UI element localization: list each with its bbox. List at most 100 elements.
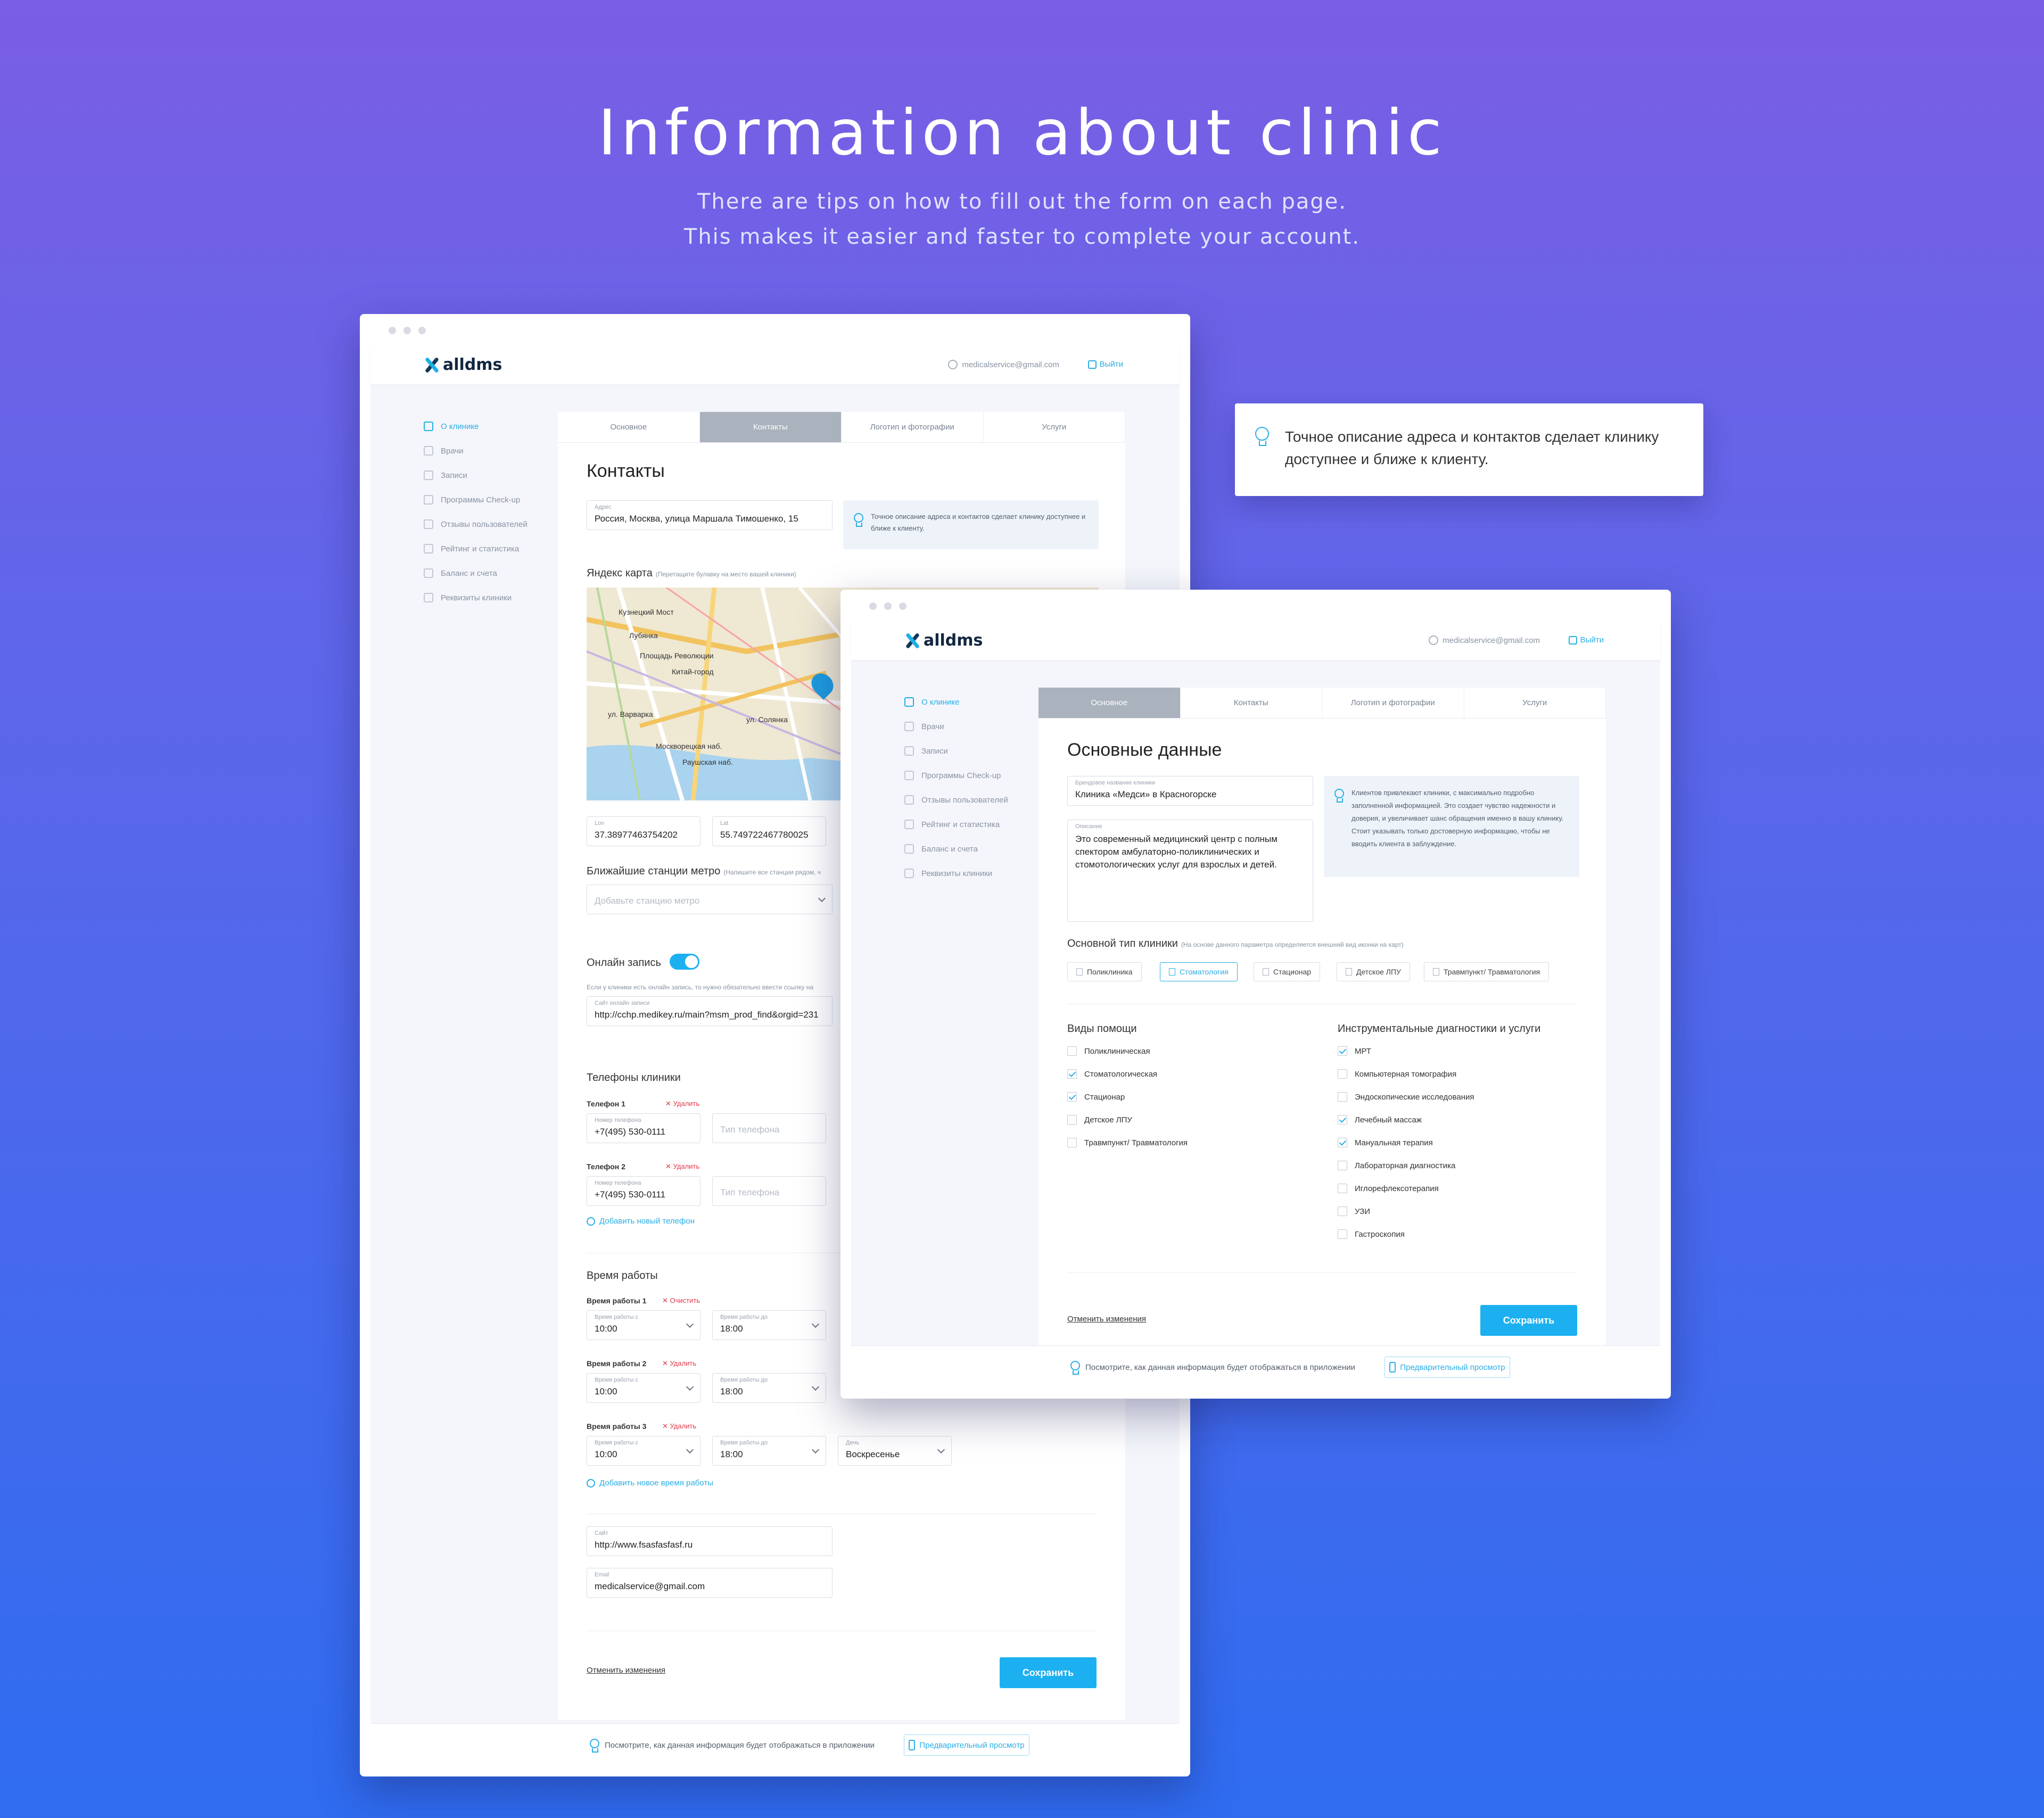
chevron-down-icon xyxy=(818,894,826,903)
sidebar-item-doctors[interactable]: Врачи xyxy=(904,714,1032,739)
sidebar-item-about[interactable]: О клинике xyxy=(424,414,551,439)
tab-contacts[interactable]: Контакты xyxy=(1181,688,1322,718)
type-chip-children[interactable]: Детское ЛПУ xyxy=(1337,962,1410,981)
hours3-from-select[interactable]: Время работы с 10:00 xyxy=(587,1436,700,1466)
diag-checkbox-4[interactable]: Мануальная терапия xyxy=(1338,1138,1433,1147)
tab-logo-photos[interactable]: Логотип и фотографии xyxy=(1322,688,1464,718)
logo-text: alldms xyxy=(924,631,983,650)
hours2-to-select[interactable]: Время работы до 18:00 xyxy=(712,1373,826,1403)
tab-basic[interactable]: Основное xyxy=(558,412,700,442)
hours1-clear[interactable]: ✕ Очистить xyxy=(662,1296,700,1305)
diag-checkbox-1[interactable]: Компьютерная томография xyxy=(1338,1069,1456,1079)
type-chip-trauma[interactable]: Травмпункт/ Травматология xyxy=(1424,962,1550,981)
field-label: Брендовое название клиники xyxy=(1075,780,1156,786)
lon-field[interactable]: Lon 37.38977463754202 xyxy=(587,816,700,846)
tab-services[interactable]: Услуги xyxy=(1464,688,1606,718)
phone1-type-field[interactable]: Тип телефона xyxy=(712,1113,826,1143)
checkbox-label: Компьютерная томография xyxy=(1355,1069,1457,1079)
metro-select[interactable]: Добавьте станцию метро xyxy=(587,885,833,914)
sidebar-label: Записи xyxy=(441,470,467,480)
phone1-number-field[interactable]: Номер телефона +7(495) 530-0111 xyxy=(587,1113,700,1143)
type-chip-polyclinic[interactable]: Поликлиника xyxy=(1067,962,1142,981)
logout-button[interactable]: Выйти xyxy=(1087,360,1123,369)
tab-contacts[interactable]: Контакты xyxy=(699,412,842,442)
sidebar-item-records[interactable]: Записи xyxy=(904,739,1032,763)
logout-button[interactable]: Выйти xyxy=(1568,635,1604,644)
hours3-delete[interactable]: ✕ Удалить xyxy=(662,1422,696,1431)
brand-name-field[interactable]: Брендовое название клиники Клиника «Медс… xyxy=(1067,776,1313,806)
help-checkbox-2[interactable]: Стационар xyxy=(1067,1092,1125,1102)
tab-services[interactable]: Услуги xyxy=(984,412,1125,442)
phone2-type-field[interactable]: Тип телефона xyxy=(712,1176,826,1206)
map-title: Яндекс карта (Перетащите булавку на место… xyxy=(587,567,796,580)
field-value: 37.38977463754202 xyxy=(595,830,678,840)
hours3-to-select[interactable]: Время работы до 18:00 xyxy=(712,1436,826,1466)
address-field[interactable]: Адрес Россия, Москва, улица Маршала Тимо… xyxy=(587,500,833,530)
sidebar-item-balance[interactable]: Баланс и счета xyxy=(904,837,1032,861)
phone1-delete[interactable]: ✕ Удалить xyxy=(665,1100,699,1108)
field-label: Email xyxy=(595,1572,609,1578)
field-value: 18:00 xyxy=(720,1324,743,1334)
hours2-label: Время работы 2 xyxy=(587,1359,647,1368)
checkbox-checked-icon xyxy=(1338,1138,1347,1147)
description-field[interactable]: Описание Это современный медицинский цен… xyxy=(1067,820,1313,922)
sidebar-item-reviews[interactable]: Отзывы пользователей xyxy=(904,788,1032,812)
sidebar-item-records[interactable]: Записи xyxy=(424,463,551,487)
sidebar-item-about[interactable]: О клинике xyxy=(904,690,1032,714)
tab-basic[interactable]: Основное xyxy=(1039,688,1181,718)
preview-button[interactable]: Предварительный просмотр xyxy=(904,1734,1029,1756)
help-checkbox-3[interactable]: Детское ЛПУ xyxy=(1067,1115,1132,1125)
sidebar-item-checkup[interactable]: Программы Check-up xyxy=(904,763,1032,788)
sidebar-item-balance[interactable]: Баланс и счета xyxy=(424,561,551,585)
user-account[interactable]: medicalservice@gmail.com xyxy=(1429,635,1540,645)
bed-icon xyxy=(1263,968,1269,976)
diag-checkbox-7[interactable]: УЗИ xyxy=(1338,1207,1370,1216)
email-field[interactable]: Email medicalservice@gmail.com xyxy=(587,1568,833,1598)
sidebar-item-rating[interactable]: Рейтинг и статистика xyxy=(424,536,551,561)
lat-field[interactable]: Lat 55.749722467780025 xyxy=(712,816,826,846)
hours2-delete[interactable]: ✕ Удалить xyxy=(662,1359,696,1368)
logo[interactable]: alldms xyxy=(424,356,502,374)
diag-checkbox-5[interactable]: Лабораторная диагностика xyxy=(1338,1161,1455,1170)
diag-checkbox-6[interactable]: Иглорефлексотерапия xyxy=(1338,1184,1439,1193)
save-button[interactable]: Сохранить xyxy=(1000,1657,1097,1688)
help-checkbox-4[interactable]: Травмпункт/ Травматология xyxy=(1067,1138,1188,1147)
sidebar-item-requisites[interactable]: Реквизиты клиники xyxy=(424,585,551,610)
sidebar-item-doctors[interactable]: Врачи xyxy=(424,439,551,463)
phone2-number-field[interactable]: Номер телефона +7(495) 530-0111 xyxy=(587,1176,700,1206)
tip-text: Точное описание адреса и контактов сдела… xyxy=(871,513,1086,532)
coin-icon xyxy=(424,568,433,578)
field-label: Время работы до xyxy=(720,1377,768,1383)
sidebar-item-reviews[interactable]: Отзывы пользователей xyxy=(424,512,551,536)
undo-changes-link[interactable]: Отменить изменения xyxy=(587,1666,665,1675)
diag-checkbox-2[interactable]: Эндоскопические исследования xyxy=(1338,1092,1474,1102)
user-account[interactable]: medicalservice@gmail.com xyxy=(948,360,1059,369)
sidebar-item-rating[interactable]: Рейтинг и статистика xyxy=(904,812,1032,837)
diag-checkbox-3[interactable]: Лечебный массаж xyxy=(1338,1115,1422,1125)
undo-changes-link[interactable]: Отменить изменения xyxy=(1067,1315,1146,1324)
logo[interactable]: alldms xyxy=(904,631,983,650)
online-booking-toggle[interactable] xyxy=(670,954,699,970)
add-hours-link[interactable]: Добавить новое время работы xyxy=(587,1478,713,1488)
type-chip-hospital[interactable]: Стационар xyxy=(1254,962,1321,981)
sidebar-item-requisites[interactable]: Реквизиты клиники xyxy=(904,861,1032,886)
online-site-field[interactable]: Сайт онлайн записи http://cchp.medikey.r… xyxy=(587,996,833,1026)
save-button[interactable]: Сохранить xyxy=(1480,1305,1577,1336)
diag-checkbox-8[interactable]: Гастроскопия xyxy=(1338,1229,1405,1239)
diag-checkbox-0[interactable]: МРТ xyxy=(1338,1046,1371,1056)
type-chip-dentistry[interactable]: Стоматология xyxy=(1160,962,1238,981)
help-checkbox-1[interactable]: Стоматологическая xyxy=(1067,1069,1157,1079)
map-label: ул. Солянка xyxy=(746,715,788,724)
sidebar-item-checkup[interactable]: Программы Check-up xyxy=(424,487,551,512)
hours1-to-select[interactable]: Время работы до 18:00 xyxy=(712,1310,826,1340)
add-phone-link[interactable]: Добавить новый телефон xyxy=(587,1217,695,1226)
hours1-from-select[interactable]: Время работы с 10:00 xyxy=(587,1310,700,1340)
field-value: Россия, Москва, улица Маршала Тимошенко,… xyxy=(595,514,798,524)
hours2-from-select[interactable]: Время работы с 10:00 xyxy=(587,1373,700,1403)
preview-button[interactable]: Предварительный просмотр xyxy=(1384,1357,1510,1378)
help-checkbox-0[interactable]: Поликлиническая xyxy=(1067,1046,1150,1056)
site-field[interactable]: Сайт http://www.fsasfasfasf.ru xyxy=(587,1526,833,1556)
tab-logo-photos[interactable]: Логотип и фотографии xyxy=(842,412,984,442)
phone2-delete[interactable]: ✕ Удалить xyxy=(665,1162,699,1171)
hours3-day-select[interactable]: День Воскресенье xyxy=(838,1436,952,1466)
